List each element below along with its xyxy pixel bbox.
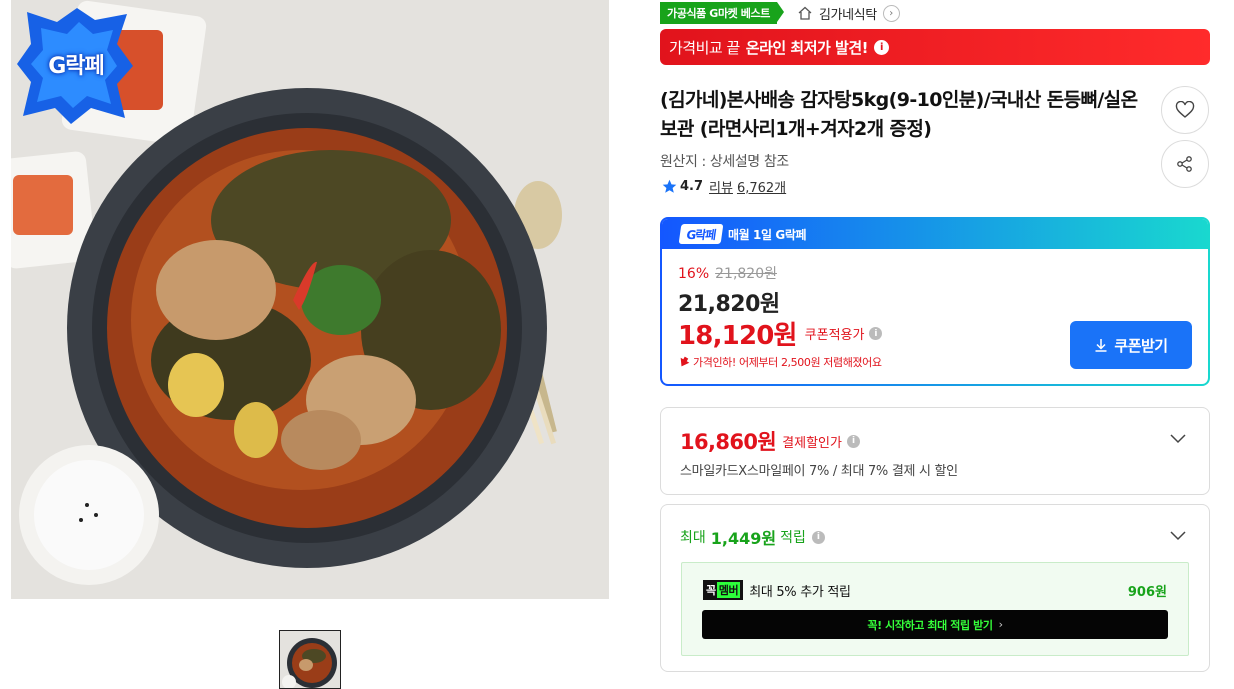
- lowest-price-banner[interactable]: 가격비교 끝 온라인 최저가 발견! i: [660, 29, 1210, 65]
- payment-label: 결제할인가: [782, 435, 842, 451]
- grak-badge-text: G락페: [48, 54, 105, 79]
- grak-coupon-box: G락페 매월 1일 G락페 16% 21,820원 21,820원 18,120…: [660, 217, 1210, 386]
- grak-header-text: 매월 1일 G락페: [728, 227, 807, 242]
- info-icon[interactable]: i: [873, 39, 889, 55]
- review-count[interactable]: 6,762개: [737, 177, 786, 196]
- kko-badge-right: 멤버: [716, 582, 741, 598]
- grak-header: G락페 매월 1일 G락페: [662, 219, 1208, 249]
- member-amount: 906원: [1127, 585, 1167, 600]
- original-price: 21,820원: [715, 266, 777, 282]
- rating-score: 4.7: [680, 179, 704, 194]
- get-coupon-button[interactable]: 쿠폰받기: [1070, 321, 1192, 369]
- grak-festival-badge: G락페: [17, 8, 135, 126]
- banner-prefix: 가격비교 끝: [669, 38, 740, 57]
- wishlist-button[interactable]: [1161, 86, 1209, 134]
- member-text: 최대 5% 추가 적립: [749, 584, 851, 600]
- payment-price: 16,860원: [680, 430, 777, 454]
- store-arrow-icon[interactable]: ›: [882, 4, 900, 22]
- coupon-price-label: 쿠폰적용가: [804, 328, 865, 343]
- coupon-price-row: 18,120원 쿠폰적용가 i: [678, 315, 883, 352]
- points-header: 최대 1,449원 적립 i: [680, 525, 825, 549]
- kko-badge-left: 꼭: [706, 584, 716, 597]
- start-member-label: 꼭! 시작하고 최대 적립 받기: [867, 618, 993, 632]
- discount-rate: 16%: [678, 266, 710, 282]
- arrow-down-icon: [680, 356, 690, 367]
- thumbnail-1[interactable]: [279, 630, 341, 689]
- origin-info: 원산지 : 상세설명 참조: [660, 154, 789, 170]
- get-coupon-label: 쿠폰받기: [1114, 336, 1168, 355]
- kko-member-box: 꼭 멤버 최대 5% 추가 적립 906원 꼭! 시작하고 최대 적립 받기 ›: [681, 562, 1189, 656]
- chevron-down-icon[interactable]: [1169, 429, 1187, 447]
- payment-discount-card[interactable]: 16,860원 결제할인가 i 스마일카드X스마일페이 7% / 최대 7% 결…: [660, 407, 1210, 495]
- points-amount: 1,449원: [710, 529, 777, 548]
- start-member-button[interactable]: 꼭! 시작하고 최대 적립 받기 ›: [702, 610, 1168, 639]
- heart-icon: [1175, 101, 1195, 118]
- share-icon: [1177, 156, 1192, 172]
- coupon-price: 18,120원: [678, 321, 797, 351]
- price-down-note: 가격인하! 어제부터 2,500원 저렴해졌어요: [678, 354, 882, 370]
- thumbnail-image: [280, 631, 340, 688]
- gmarket-best-badge[interactable]: 가공식품 G마켓 베스트: [660, 2, 784, 24]
- star-icon: [662, 179, 677, 193]
- info-icon[interactable]: i: [869, 327, 883, 340]
- grak-logo: G락페: [678, 224, 724, 244]
- store-name[interactable]: 김가네식탁: [819, 4, 877, 23]
- kko-member-badge: 꼭 멤버: [703, 580, 744, 600]
- points-suffix: 적립: [780, 530, 806, 546]
- breadcrumb: 가공식품 G마켓 베스트 김가네식탁 ›: [660, 2, 900, 24]
- chevron-right-icon: ›: [998, 618, 1003, 631]
- info-icon[interactable]: i: [811, 530, 825, 544]
- rating-row: 4.7 리뷰 6,762개: [662, 177, 786, 196]
- banner-strong-text: 온라인 최저가 발견!: [745, 38, 869, 57]
- price-down-text: 가격인하! 어제부터 2,500원 저렴해졌어요: [693, 356, 882, 369]
- sale-price: 21,820원: [678, 292, 780, 317]
- points-card: 최대 1,449원 적립 i 꼭 멤버 최대 5% 추가 적립 906원 꼭! …: [660, 504, 1210, 672]
- points-prefix: 최대: [680, 530, 706, 546]
- discount-row: 16% 21,820원: [678, 263, 777, 283]
- payment-price-row: 16,860원 결제할인가 i: [680, 426, 860, 456]
- download-icon: [1095, 339, 1107, 352]
- info-icon[interactable]: i: [846, 434, 860, 448]
- payment-description: 스마일카드X스마일페이 7% / 최대 7% 결제 시 할인: [680, 464, 958, 479]
- member-row: 꼭 멤버 최대 5% 추가 적립: [703, 580, 851, 600]
- home-icon: [798, 6, 812, 20]
- chevron-down-icon[interactable]: [1169, 526, 1187, 544]
- product-main-image: G락페: [11, 0, 609, 599]
- share-button[interactable]: [1161, 140, 1209, 188]
- review-link[interactable]: 리뷰: [709, 177, 733, 196]
- product-title: (김가네)본사배송 감자탕5kg(9-10인분)/국내산 돈등뼈/실온보관 (라…: [660, 89, 1138, 140]
